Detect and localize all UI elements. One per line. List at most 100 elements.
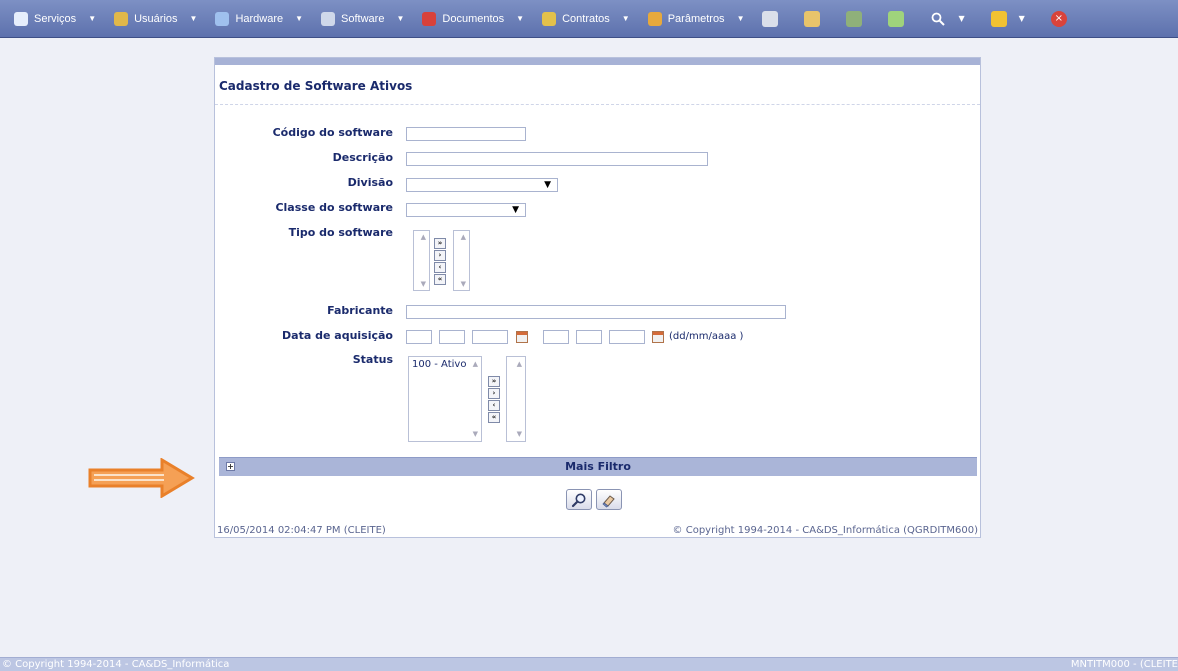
move-right-button[interactable]: ›	[434, 250, 446, 261]
move-left-button[interactable]: ‹	[434, 262, 446, 273]
menu-label: Software	[341, 12, 385, 25]
calendar-icon[interactable]	[652, 331, 664, 343]
chevron-down-icon: ▼	[396, 14, 405, 23]
panel-header-strip	[215, 58, 980, 65]
label-status: Status	[352, 353, 393, 366]
tipo-selected-list[interactable]: ▲ ▼	[453, 230, 470, 291]
scroll-up-icon[interactable]: ▲	[461, 233, 466, 241]
list-item[interactable]: 100 - Ativo	[412, 359, 466, 370]
date-from-year-input[interactable]	[472, 330, 508, 344]
status-selected-list[interactable]: ▲ ▼	[506, 356, 526, 442]
label-data: Data de aquisição	[282, 329, 393, 342]
monitor-icon	[215, 11, 230, 26]
date-from-day-input[interactable]	[406, 330, 432, 344]
eraser-icon	[602, 494, 615, 508]
edit-icon[interactable]	[804, 10, 821, 27]
scroll-down-icon[interactable]: ▼	[461, 280, 466, 288]
menu-services[interactable]: Serviços ▼	[14, 0, 96, 38]
move-all-right-button[interactable]: »	[434, 238, 446, 249]
chevron-down-icon: ▼	[88, 14, 97, 23]
menu-label: Parâmetros	[667, 12, 725, 25]
scroll-up-icon[interactable]: ▲	[517, 360, 522, 368]
parameters-icon	[647, 11, 662, 26]
label-tipo: Tipo do software	[288, 226, 393, 239]
scroll-down-icon[interactable]: ▼	[517, 430, 522, 438]
users-icon	[114, 11, 129, 26]
move-all-right-button[interactable]: »	[488, 376, 500, 387]
scroll-down-icon[interactable]: ▼	[473, 430, 478, 438]
chevron-down-icon[interactable]: ▼	[1019, 14, 1025, 23]
menu-book[interactable]: Documentos ▼	[422, 0, 524, 38]
arrow-right-icon	[88, 458, 195, 498]
scroll-down-icon[interactable]: ▼	[421, 280, 426, 288]
scroll-up-icon[interactable]: ▲	[421, 233, 426, 241]
menu-label: Usuários	[134, 12, 178, 25]
tipo-available-list[interactable]: ▲ ▼	[413, 230, 430, 291]
search-icon[interactable]	[930, 11, 946, 27]
chevron-down-icon: ▼	[544, 180, 551, 190]
classe-select[interactable]: ▼	[406, 203, 526, 217]
menu-software[interactable]: Software ▼	[321, 0, 404, 38]
chevron-down-icon: ▼	[516, 14, 525, 23]
chevron-down-icon: ▼	[295, 14, 304, 23]
software-icon	[321, 11, 336, 26]
status-bar-program-code: MNTITM000 - (CLEITE	[1070, 659, 1178, 670]
book-icon	[422, 11, 437, 26]
copyright-footer: © Copyright 1994-2014 - CA&DS_Informátic…	[672, 525, 978, 536]
move-left-button[interactable]: ‹	[488, 400, 500, 411]
fabricante-input[interactable]	[406, 305, 786, 319]
label-descricao: Descrição	[332, 151, 393, 164]
status-available-list[interactable]: 100 - Ativo ▲ ▼	[408, 356, 482, 442]
chevron-down-icon[interactable]: ▼	[958, 14, 964, 23]
date-to-month-input[interactable]	[576, 330, 602, 344]
expand-icon[interactable]: +	[226, 462, 235, 471]
date-to-year-input[interactable]	[609, 330, 645, 344]
clear-button[interactable]	[596, 489, 622, 510]
page-title: Cadastro de Software Ativos	[215, 65, 980, 105]
search-button[interactable]	[566, 489, 592, 510]
label-fabricante: Fabricante	[327, 304, 393, 317]
status-bar: © Copyright 1994-2014 - CA&DS_Informátic…	[0, 657, 1178, 671]
gear-icon[interactable]	[846, 10, 863, 27]
date-format-hint: (dd/mm/aaaa )	[669, 331, 744, 342]
more-filter-bar[interactable]: + Mais Filtro	[219, 457, 977, 476]
chevron-down-icon: ▼	[512, 205, 519, 215]
codigo-input[interactable]	[406, 127, 526, 141]
add-document-icon[interactable]	[888, 10, 905, 27]
more-filter-label: Mais Filtro	[565, 460, 631, 473]
menu-label: Documentos	[442, 12, 505, 25]
contract-icon	[542, 11, 557, 26]
magnifier-icon	[571, 493, 586, 507]
descricao-input[interactable]	[406, 152, 708, 166]
menu-label: Contratos	[562, 12, 610, 25]
software-form-panel: Cadastro de Software Ativos Código do so…	[214, 57, 981, 538]
move-all-left-button[interactable]: «	[488, 412, 500, 423]
menu-label: Serviços	[34, 12, 77, 25]
label-divisao: Divisão	[347, 176, 393, 189]
services-icon	[14, 11, 28, 26]
traffic-light-icon[interactable]	[990, 10, 1007, 27]
menu-contract[interactable]: Contratos ▼	[542, 0, 630, 38]
menu-label: Hardware	[235, 12, 284, 25]
divisao-select[interactable]: ▼	[406, 178, 558, 192]
top-menu-bar: Serviços ▼ Usuários ▼ Hardware ▼ Software ▼ Docu…	[0, 0, 1178, 38]
move-right-button[interactable]: ›	[488, 388, 500, 399]
status-move-buttons: » › ‹ «	[488, 376, 500, 424]
date-to-day-input[interactable]	[543, 330, 569, 344]
scroll-up-icon[interactable]: ▲	[473, 360, 478, 368]
label-codigo: Código do software	[272, 126, 393, 139]
close-icon[interactable]: ×	[1050, 10, 1067, 27]
status-bar-copyright: © Copyright 1994-2014 - CA&DS_Informátic…	[2, 659, 230, 670]
calendar-icon[interactable]	[516, 331, 528, 343]
menu-users[interactable]: Usuários ▼	[114, 0, 197, 38]
chevron-down-icon: ▼	[189, 14, 198, 23]
chevron-down-icon: ▼	[621, 14, 630, 23]
timestamp-footer: 16/05/2014 02:04:47 PM (CLEITE)	[217, 525, 386, 536]
chevron-down-icon: ▼	[736, 14, 745, 23]
tipo-move-buttons: » › ‹ «	[434, 238, 446, 286]
move-all-left-button[interactable]: «	[434, 274, 446, 285]
date-from-month-input[interactable]	[439, 330, 465, 344]
menu-parameters[interactable]: Parâmetros ▼	[647, 0, 745, 38]
camera-icon[interactable]	[762, 10, 779, 27]
menu-monitor[interactable]: Hardware ▼	[215, 0, 303, 38]
